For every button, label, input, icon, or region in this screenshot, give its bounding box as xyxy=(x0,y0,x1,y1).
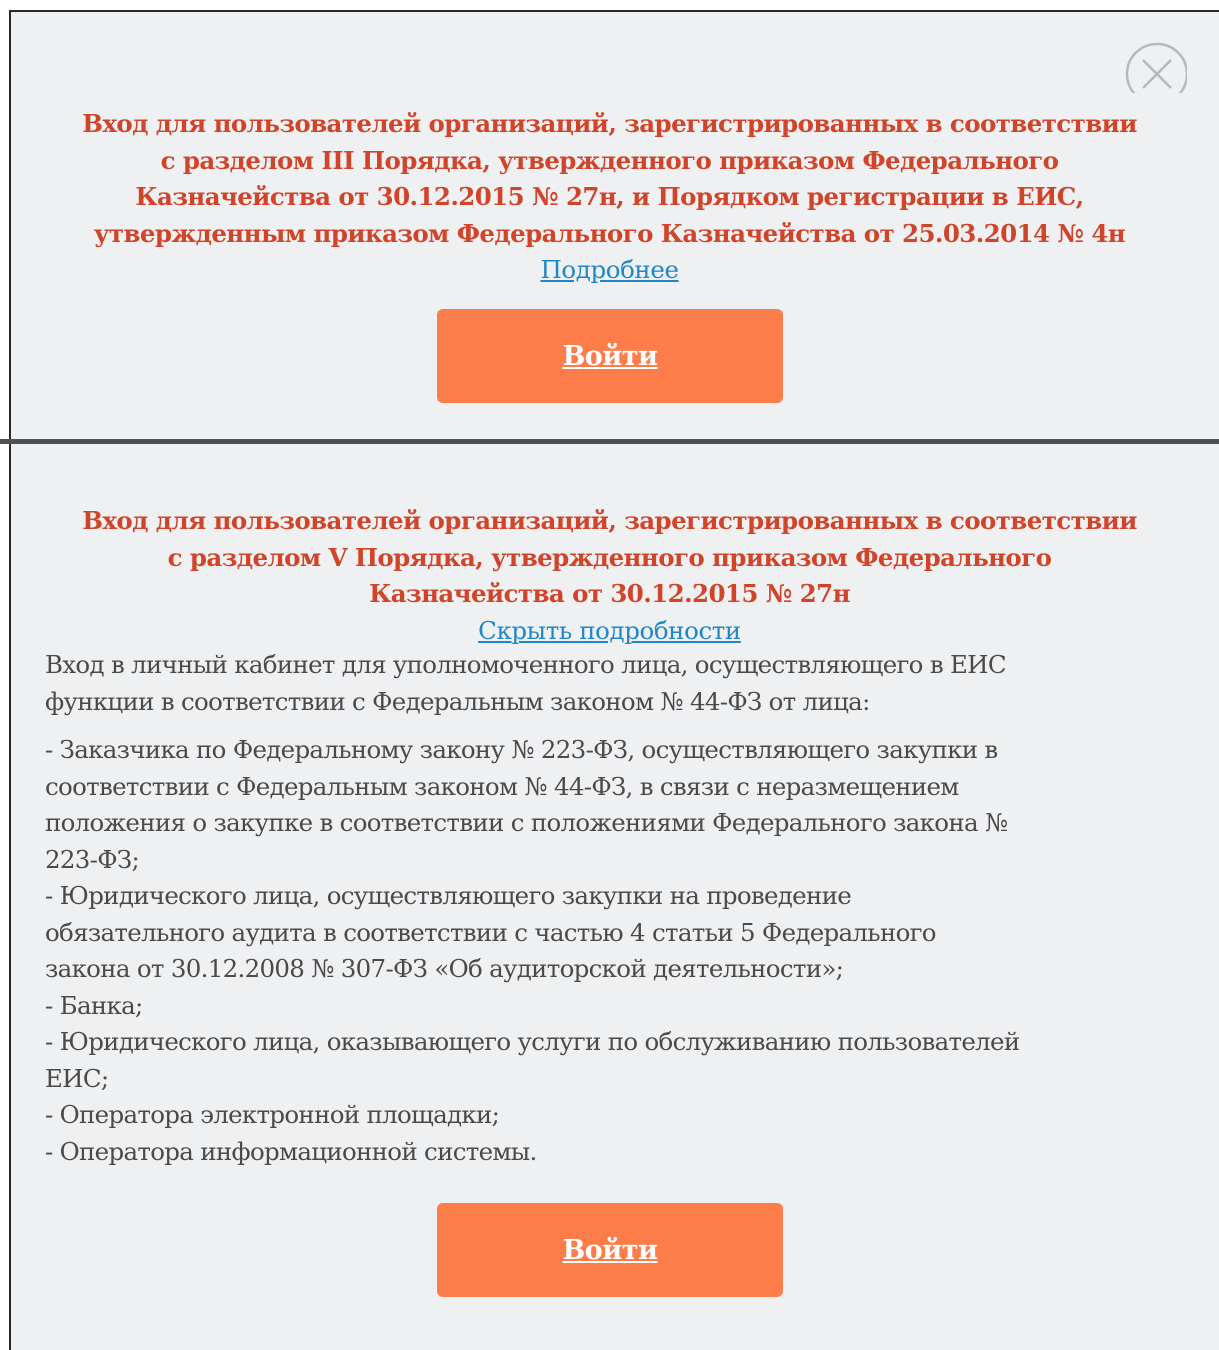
description-list: - Заказчика по Федеральному закону № 223… xyxy=(45,735,1020,1166)
login-section-1: Вход для пользователей организаций, заре… xyxy=(0,106,1219,288)
login-button-2[interactable]: Войти xyxy=(437,1203,783,1297)
description-intro: Вход в личный кабинет для уполномоченног… xyxy=(45,650,1007,716)
section-2-title: Вход для пользователей организаций, заре… xyxy=(82,506,1137,608)
close-icon[interactable] xyxy=(1123,29,1189,106)
section-divider xyxy=(0,439,1219,444)
login-section-2: Вход для пользователей организаций, заре… xyxy=(0,503,1219,649)
login-button-1[interactable]: Войти xyxy=(437,309,783,403)
hide-details-link[interactable]: Скрыть подробности xyxy=(478,613,741,649)
section-2-description: Вход в личный кабинет для уполномоченног… xyxy=(45,647,1175,1170)
section-1-title: Вход для пользователей организаций, заре… xyxy=(82,109,1137,248)
details-link[interactable]: Подробнее xyxy=(540,252,679,288)
